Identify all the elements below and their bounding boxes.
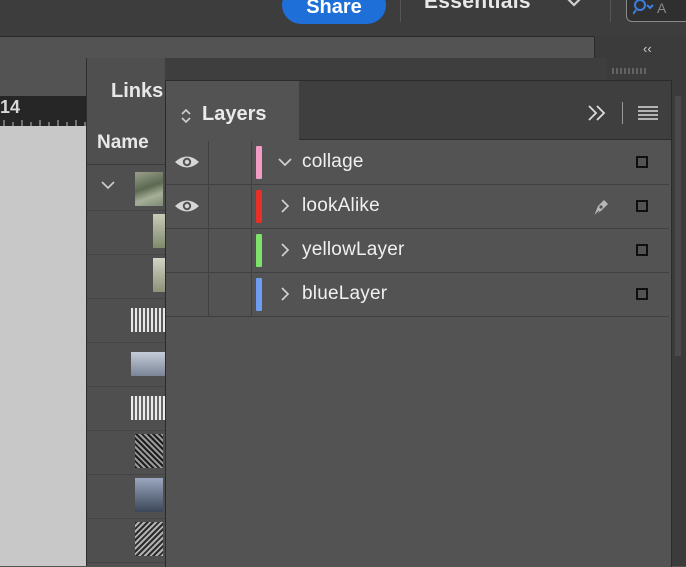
layer-color-swatch [256, 190, 262, 223]
toolbar-divider [610, 0, 611, 22]
workspace-switcher[interactable]: Essentials [424, 0, 531, 20]
list-item[interactable] [87, 166, 167, 211]
panel-menu-icon[interactable] [638, 106, 658, 120]
link-thumbnail [135, 478, 163, 512]
links-tab-label: Links [111, 80, 164, 102]
search-field[interactable]: A [626, 0, 686, 22]
list-item[interactable] [87, 518, 167, 563]
search-placeholder: A [657, 0, 667, 16]
link-thumbnail [153, 214, 165, 248]
target-icon[interactable] [636, 244, 648, 256]
layer-color-swatch [256, 278, 262, 311]
chevron-down-icon[interactable] [278, 155, 292, 169]
layer-row[interactable]: collage [166, 141, 669, 185]
toolbar-divider [400, 0, 401, 22]
target-icon[interactable] [636, 288, 648, 300]
application-bar: Share Essentials A [0, 0, 686, 37]
list-item[interactable] [87, 210, 167, 255]
collapse-toggle-icon[interactable] [180, 107, 192, 125]
target-icon[interactable] [636, 200, 648, 212]
lock-toggle[interactable] [208, 185, 252, 228]
layers-tab-label: Layers [202, 103, 267, 125]
lock-toggle[interactable] [208, 229, 252, 272]
ruler-ticks [3, 120, 86, 126]
layers-tabbar: Layers [166, 81, 671, 140]
chevron-down-icon[interactable] [566, 0, 582, 10]
list-item[interactable] [87, 430, 167, 475]
layer-row[interactable]: lookAlike [166, 185, 669, 229]
link-thumbnail [135, 172, 163, 206]
visibility-toggle[interactable] [166, 141, 209, 184]
panel-header-divider [622, 102, 623, 124]
chevron-right-icon[interactable] [278, 287, 292, 301]
list-item[interactable] [87, 342, 167, 387]
layers-panel: Layers collage lookAlike yellowLayer blueLa… [165, 80, 672, 567]
horizontal-ruler: 14 [0, 96, 90, 126]
layer-name[interactable]: blueLayer [302, 283, 387, 305]
visibility-toggle[interactable] [166, 273, 209, 316]
link-thumbnail [135, 434, 163, 468]
list-item[interactable] [87, 298, 167, 343]
link-thumbnail [131, 396, 165, 420]
pen-icon [593, 200, 608, 217]
more-icon[interactable] [586, 103, 608, 123]
search-icon [633, 0, 654, 15]
document-canvas[interactable] [0, 126, 86, 566]
visibility-toggle[interactable] [166, 229, 209, 272]
link-thumbnail [153, 258, 165, 292]
layer-color-swatch [256, 146, 262, 179]
dock-scroll-strip[interactable] [675, 96, 681, 356]
lock-toggle[interactable] [208, 273, 252, 316]
visibility-toggle[interactable] [166, 185, 209, 228]
tab-layers[interactable]: Layers [166, 81, 299, 140]
chevron-down-icon[interactable] [101, 178, 115, 192]
list-item[interactable] [87, 386, 167, 431]
chevron-right-icon[interactable] [278, 243, 292, 257]
collapse-dock-button[interactable]: ‹‹ [643, 41, 652, 56]
link-thumbnail [135, 522, 163, 556]
layer-name[interactable]: lookAlike [302, 195, 380, 217]
chevron-right-icon[interactable] [278, 199, 292, 213]
column-name-label: Name [97, 132, 149, 153]
list-item[interactable] [87, 254, 167, 299]
layer-name[interactable]: yellowLayer [302, 239, 405, 261]
share-button[interactable]: Share [282, 0, 386, 24]
lock-toggle[interactable] [208, 141, 252, 184]
link-thumbnail [131, 352, 165, 376]
link-thumbnail [131, 308, 165, 332]
target-icon[interactable] [636, 156, 648, 168]
grip-icon[interactable] [611, 66, 651, 76]
list-item[interactable] [87, 474, 167, 519]
layer-color-swatch [256, 234, 262, 267]
eye-icon[interactable] [174, 153, 200, 171]
eye-icon[interactable] [174, 197, 200, 215]
layer-row[interactable]: yellowLayer [166, 229, 669, 273]
tab-links[interactable]: Links [87, 58, 165, 122]
layer-name[interactable]: collage [302, 151, 364, 173]
layer-row[interactable]: blueLayer [166, 273, 669, 317]
